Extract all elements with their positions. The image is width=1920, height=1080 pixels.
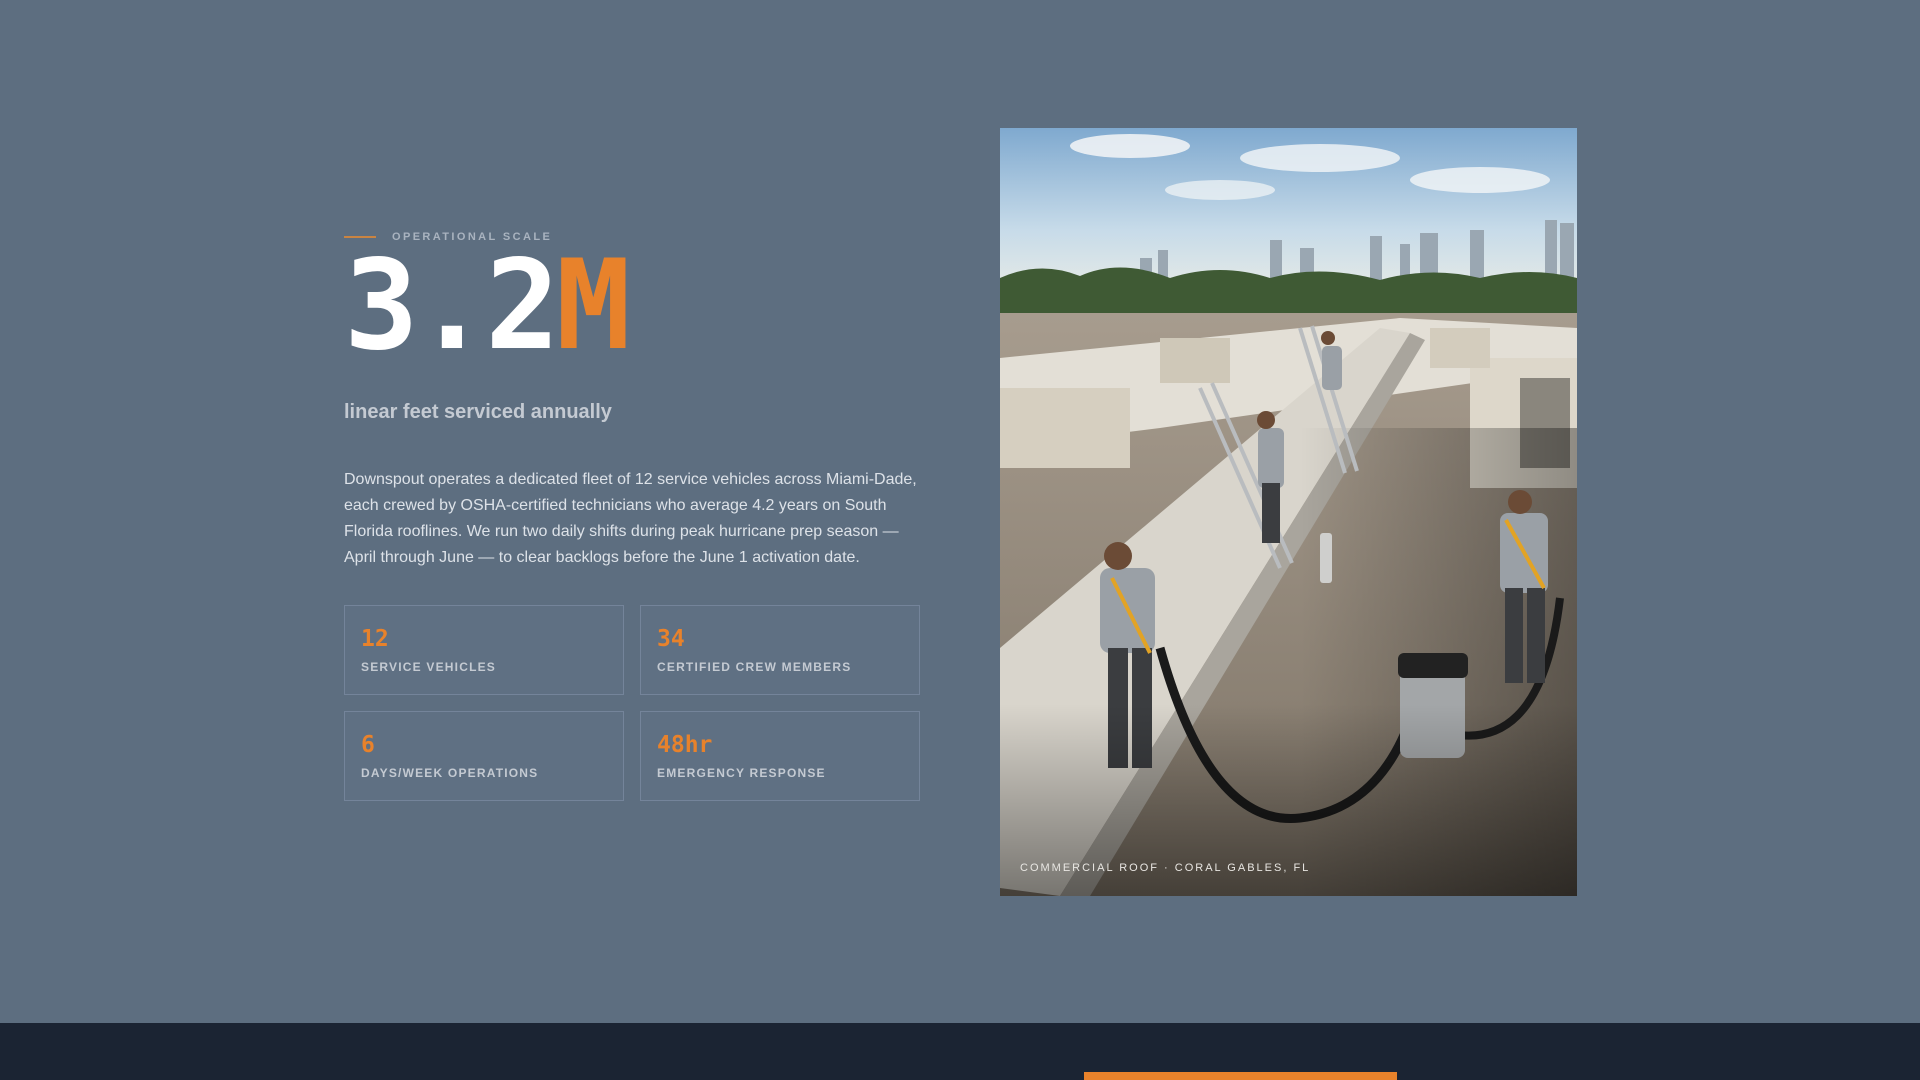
photo-caption: COMMERCIAL ROOF · CORAL GABLES, FL bbox=[1020, 862, 1311, 874]
operational-scale-section: OPERATIONAL SCALE 3.2 M linear feet servi… bbox=[0, 0, 1920, 1023]
stat-value: 12 bbox=[361, 626, 389, 652]
headline-figure: 3.2 M bbox=[344, 244, 924, 368]
scale-content: OPERATIONAL SCALE 3.2 M linear feet servi… bbox=[344, 228, 924, 801]
stat-label: SERVICE VEHICLES bbox=[361, 660, 497, 674]
stat-label: CERTIFIED CREW MEMBERS bbox=[657, 660, 852, 674]
stat-label: EMERGENCY RESPONSE bbox=[657, 766, 826, 780]
description-paragraph: Downspout operates a dedicated fleet of … bbox=[344, 471, 917, 566]
stat-card-days: 6 DAYS/WEEK OPERATIONS bbox=[344, 711, 624, 801]
stat-card-emergency: 48hr EMERGENCY RESPONSE bbox=[640, 711, 920, 801]
stat-value: 34 bbox=[657, 626, 685, 652]
stat-value: 48hr bbox=[657, 732, 713, 758]
headline-unit: M bbox=[555, 234, 631, 378]
headline-subtitle: linear feet serviced annually bbox=[344, 401, 612, 423]
photo-illustration bbox=[1000, 128, 1577, 896]
rooftop-crew-photo: COMMERCIAL ROOF · CORAL GABLES, FL bbox=[1000, 128, 1577, 896]
stats-grid: 12 SERVICE VEHICLES 34 CERTIFIED CREW ME… bbox=[344, 605, 924, 801]
footer-band bbox=[0, 1023, 1920, 1080]
headline-number: 3.2 bbox=[344, 234, 560, 378]
stat-card-vehicles: 12 SERVICE VEHICLES bbox=[344, 605, 624, 695]
stat-value: 6 bbox=[361, 732, 375, 758]
footer-accent-bar bbox=[1084, 1072, 1397, 1080]
stat-card-crew: 34 CERTIFIED CREW MEMBERS bbox=[640, 605, 920, 695]
stat-label: DAYS/WEEK OPERATIONS bbox=[361, 766, 539, 780]
